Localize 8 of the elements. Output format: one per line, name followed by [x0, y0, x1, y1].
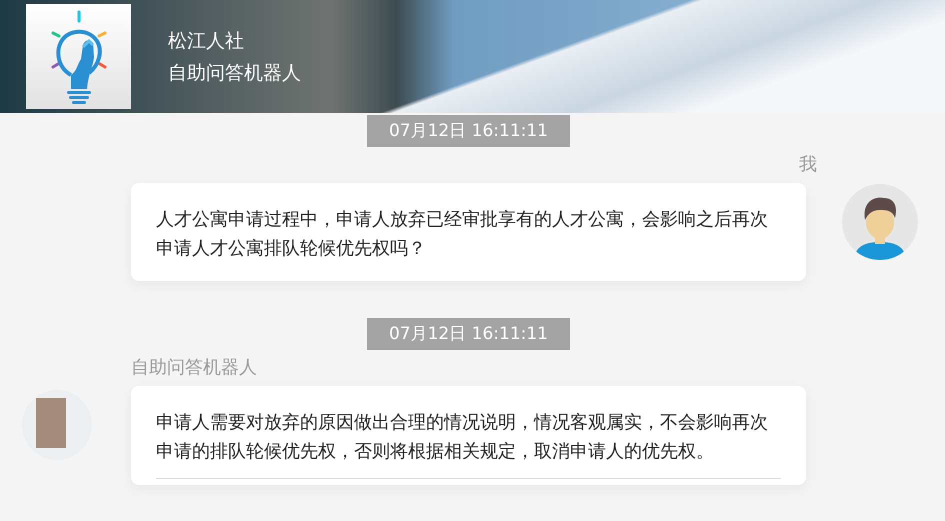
message-text: 人才公寓申请过程中，申请人放弃已经审批享有的人才公寓，会影响之后再次申请人才公寓排队轮候优先权吗？	[156, 209, 768, 259]
sender-name: 自助问答机器人	[131, 356, 258, 380]
message-text: 申请人需要对放弃的原因做出合理的情况说明，情况客观属实，不会影响再次申请的排队轮候优先权，否则将根据相关规定，取消申请人的优先权。	[156, 412, 768, 462]
timestamp-label: 07月12日 16:11:11	[366, 115, 570, 147]
timestamp-label: 07月12日 16:11:11	[366, 318, 570, 350]
organization-name: 松江人社	[168, 28, 245, 54]
bot-title: 自助问答机器人	[168, 60, 301, 86]
sender-name: 我	[799, 153, 817, 177]
